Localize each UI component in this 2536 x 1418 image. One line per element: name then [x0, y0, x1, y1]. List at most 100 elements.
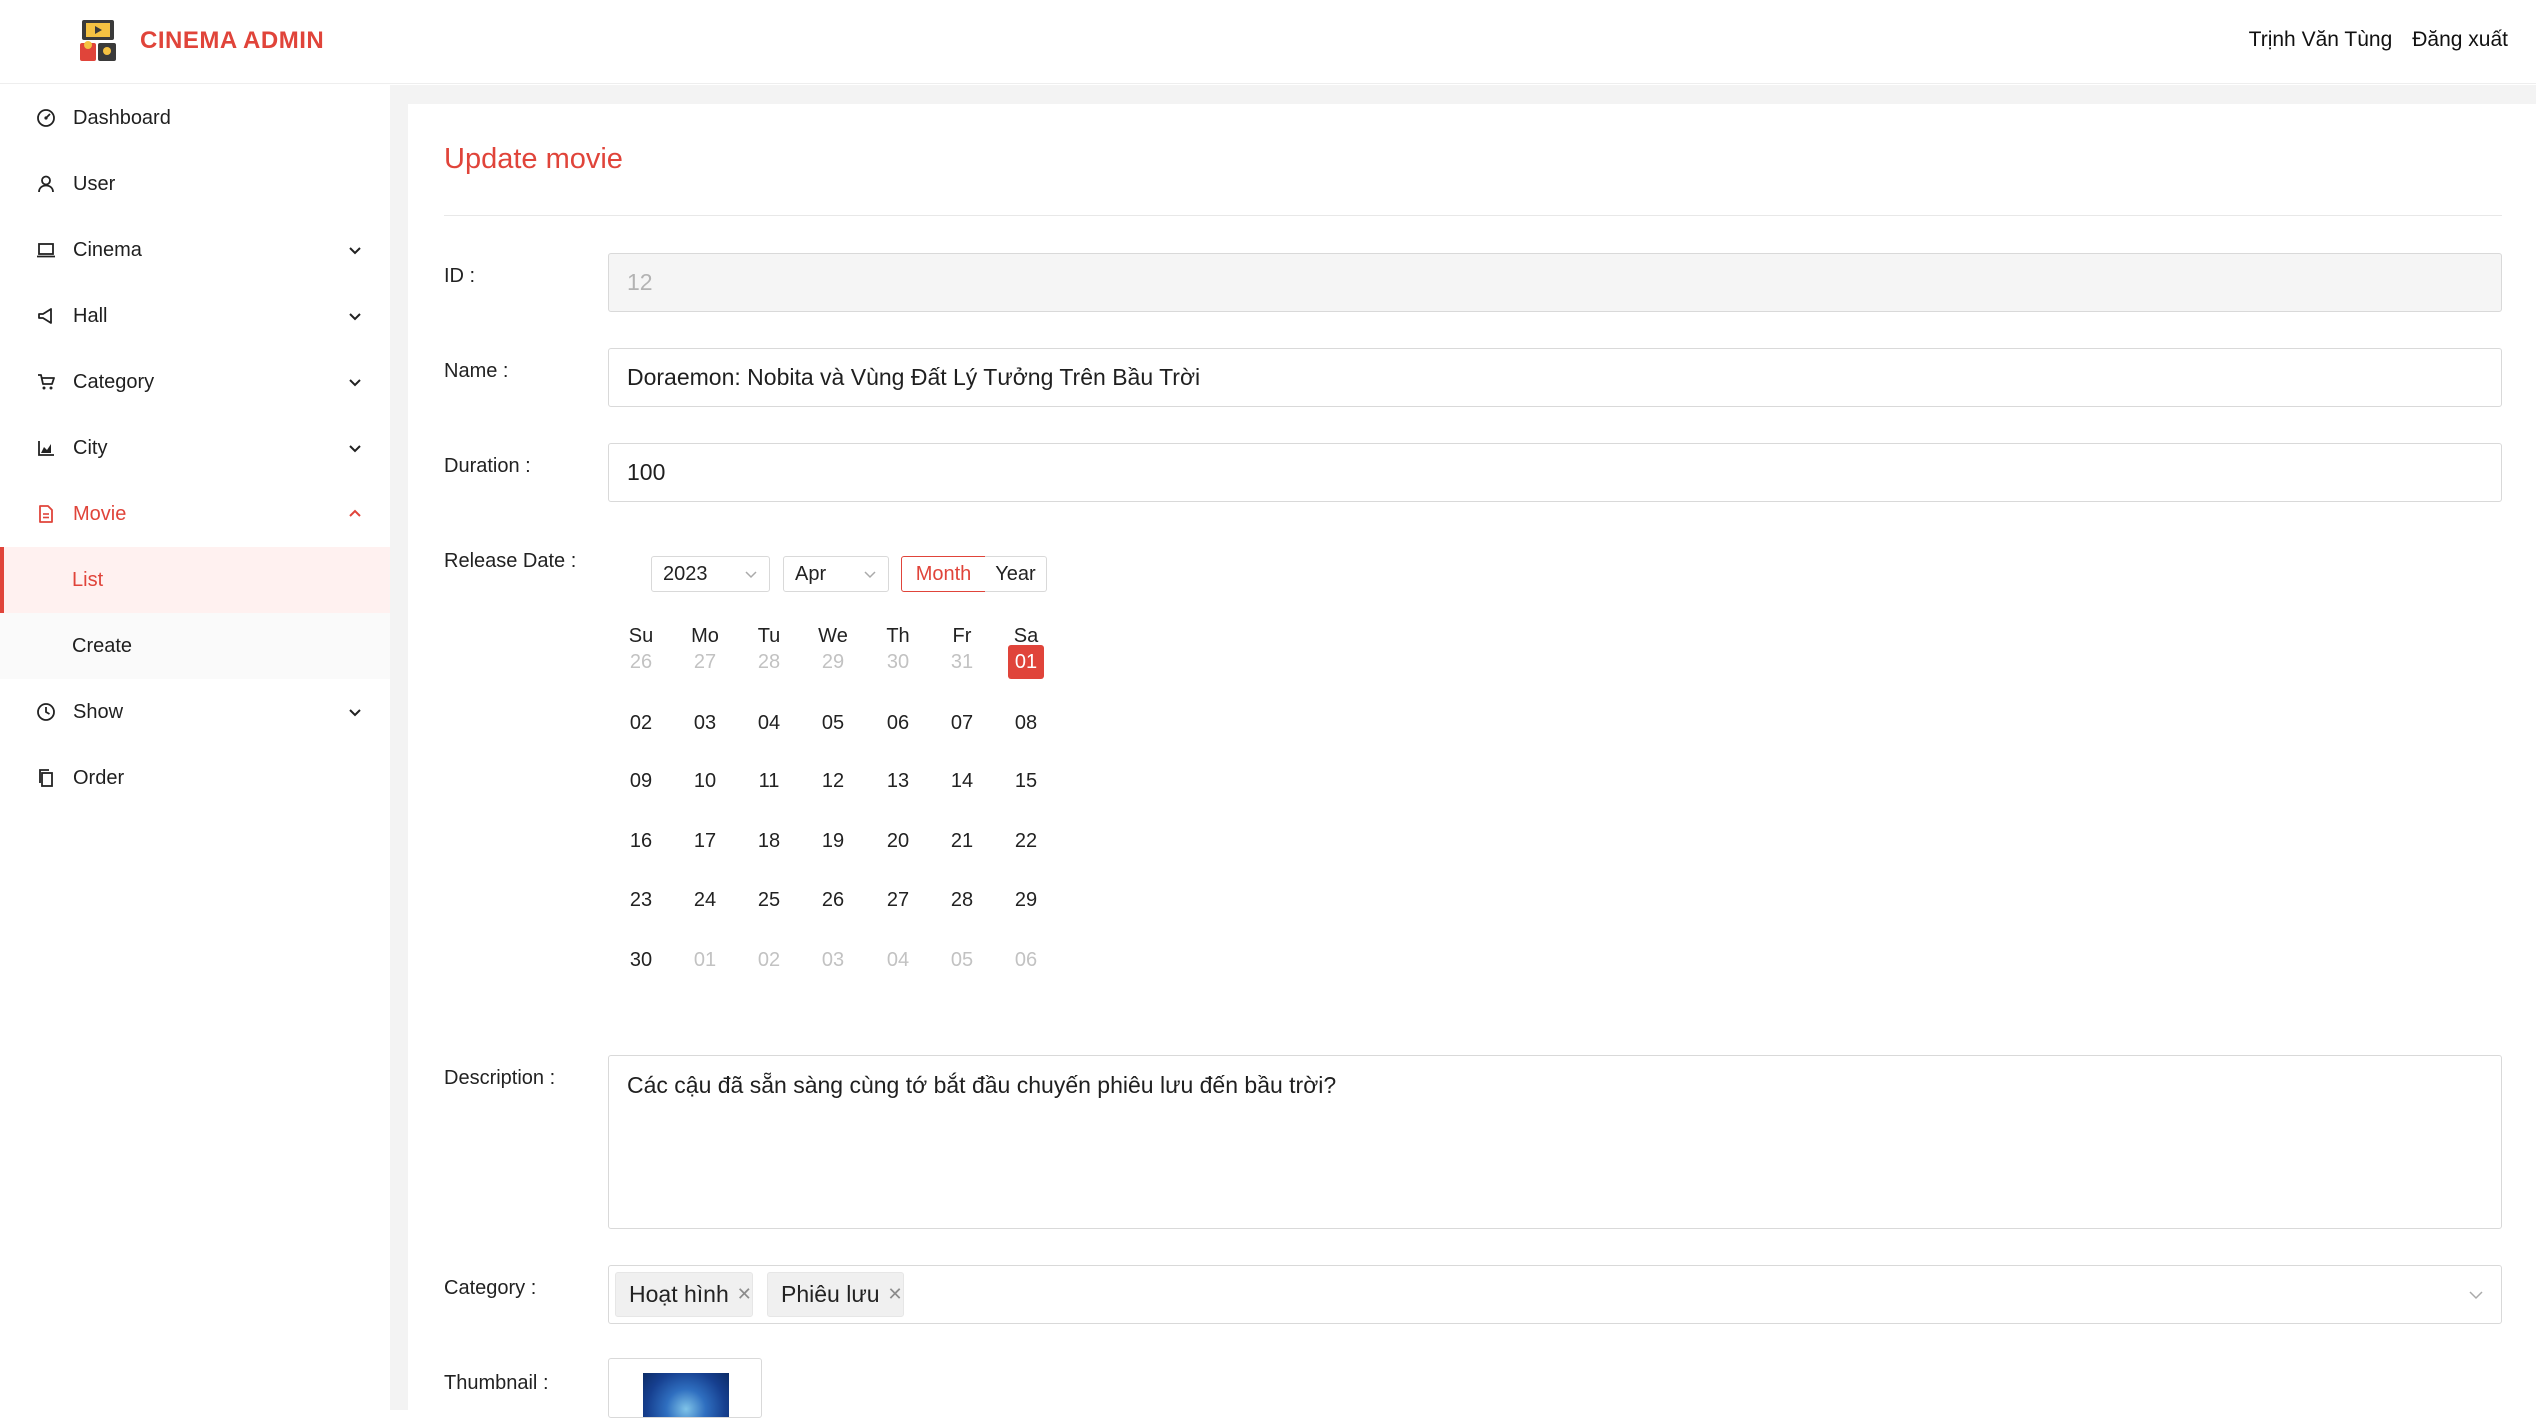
- calendar-day-selected[interactable]: 01: [1008, 645, 1044, 679]
- sidebar: Dashboard User Cinema Hall Category City: [0, 85, 390, 1410]
- calendar-day[interactable]: 09: [623, 764, 659, 798]
- close-icon[interactable]: ✕: [888, 1284, 903, 1305]
- sidebar-item-dashboard[interactable]: Dashboard: [0, 85, 390, 151]
- close-icon[interactable]: ✕: [737, 1284, 752, 1305]
- mode-month-button[interactable]: Month: [901, 556, 986, 592]
- calendar-day[interactable]: 29: [1008, 883, 1044, 917]
- year-select[interactable]: 2023: [651, 556, 770, 592]
- calendar-day[interactable]: 20: [880, 824, 916, 858]
- calendar-day[interactable]: 27: [880, 883, 916, 917]
- sidebar-item-movie[interactable]: Movie: [0, 481, 390, 547]
- id-field: 12: [608, 253, 2502, 312]
- release-date-label: Release Date :: [444, 550, 577, 572]
- dashboard-icon: [35, 107, 57, 129]
- megaphone-icon: [35, 305, 57, 327]
- calendar-day[interactable]: 03: [687, 706, 723, 740]
- user-name[interactable]: Trịnh Văn Tùng: [2249, 28, 2393, 52]
- file-icon: [35, 503, 57, 525]
- sidebar-item-label: Cinema: [73, 238, 142, 261]
- calendar-day[interactable]: 01: [687, 943, 723, 977]
- calendar-day[interactable]: 30: [623, 943, 659, 977]
- name-label: Name :: [444, 360, 509, 382]
- calendar-day[interactable]: 06: [880, 706, 916, 740]
- calendar-day[interactable]: 28: [751, 645, 787, 679]
- category-select[interactable]: Hoạt hình ✕ Phiêu lưu ✕: [608, 1265, 2502, 1324]
- calendar-day[interactable]: 02: [751, 943, 787, 977]
- calendar-day[interactable]: 05: [944, 943, 980, 977]
- cinema-logo-icon: [80, 20, 116, 61]
- mode-year-button[interactable]: Year: [985, 556, 1047, 592]
- name-field[interactable]: Doraemon: Nobita và Vùng Đất Lý Tưởng Tr…: [608, 348, 2502, 407]
- thumbnail-label: Thumbnail :: [444, 1372, 549, 1394]
- calendar-day[interactable]: 22: [1008, 824, 1044, 858]
- sidebar-item-city[interactable]: City: [0, 415, 390, 481]
- chevron-down-icon: [2469, 1291, 2483, 1300]
- calendar-day[interactable]: 08: [1008, 706, 1044, 740]
- calendar-day[interactable]: 06: [1008, 943, 1044, 977]
- tag-label: Hoạt hình: [629, 1281, 729, 1307]
- sidebar-item-cinema[interactable]: Cinema: [0, 217, 390, 283]
- sidebar-item-user[interactable]: User: [0, 151, 390, 217]
- top-header: CINEMA ADMIN Trịnh Văn Tùng Đăng xuất: [0, 0, 2536, 84]
- calendar-day[interactable]: 15: [1008, 764, 1044, 798]
- calendar-day[interactable]: 07: [944, 706, 980, 740]
- calendar-day[interactable]: 31: [944, 645, 980, 679]
- calendar-day[interactable]: 29: [815, 645, 851, 679]
- calendar-day[interactable]: 02: [623, 706, 659, 740]
- calendar-day[interactable]: 11: [751, 764, 787, 798]
- sidebar-item-label: User: [73, 172, 116, 195]
- sidebar-subitem-create[interactable]: Create: [0, 613, 390, 679]
- calendar-day[interactable]: 05: [815, 706, 851, 740]
- month-select[interactable]: Apr: [783, 556, 889, 592]
- sidebar-item-label: Dashboard: [73, 106, 171, 129]
- app-name: CINEMA ADMIN: [140, 27, 325, 54]
- calendar-day[interactable]: 27: [687, 645, 723, 679]
- movie-submenu: List Create: [0, 547, 390, 679]
- sidebar-item-hall[interactable]: Hall: [0, 283, 390, 349]
- brand[interactable]: CINEMA ADMIN: [78, 18, 324, 64]
- chevron-down-icon: [349, 379, 361, 387]
- calendar-day[interactable]: 14: [944, 764, 980, 798]
- calendar-day[interactable]: 28: [944, 883, 980, 917]
- sidebar-item-category[interactable]: Category: [0, 349, 390, 415]
- chevron-down-icon: [349, 445, 361, 453]
- calendar-day[interactable]: 19: [815, 824, 851, 858]
- divider: [444, 215, 2502, 216]
- calendar-day[interactable]: 21: [944, 824, 980, 858]
- chevron-down-icon: [349, 313, 361, 321]
- calendar-day[interactable]: 04: [751, 706, 787, 740]
- sidebar-item-label: Category: [73, 370, 155, 393]
- laptop-icon: [35, 239, 57, 261]
- calendar-day[interactable]: 10: [687, 764, 723, 798]
- calendar-day[interactable]: 23: [623, 883, 659, 917]
- calendar-day[interactable]: 04: [880, 943, 916, 977]
- calendar-day[interactable]: 26: [623, 645, 659, 679]
- chevron-up-icon: [349, 509, 361, 517]
- calendar-day[interactable]: 16: [623, 824, 659, 858]
- calendar-day[interactable]: 12: [815, 764, 851, 798]
- sidebar-item-label: City: [73, 436, 108, 459]
- calendar-day[interactable]: 17: [687, 824, 723, 858]
- calendar-day[interactable]: 30: [880, 645, 916, 679]
- clock-icon: [35, 701, 57, 723]
- calendar-day[interactable]: 25: [751, 883, 787, 917]
- sidebar-subitem-list[interactable]: List: [0, 547, 390, 613]
- thumbnail-upload[interactable]: [608, 1358, 762, 1418]
- category-label: Category :: [444, 1277, 537, 1299]
- sidebar-item-order[interactable]: Order: [0, 745, 390, 811]
- sidebar-item-label: Hall: [73, 304, 108, 327]
- calendar-day[interactable]: 18: [751, 824, 787, 858]
- copy-icon: [35, 767, 57, 789]
- duration-field[interactable]: 100: [608, 443, 2502, 502]
- calendar-day[interactable]: 26: [815, 883, 851, 917]
- calendar-day[interactable]: 03: [815, 943, 851, 977]
- chevron-down-icon: [864, 571, 876, 579]
- sidebar-item-label: Show: [73, 700, 124, 723]
- sidebar-item-show[interactable]: Show: [0, 679, 390, 745]
- sidebar-item-label: Movie: [73, 502, 127, 525]
- logout-link[interactable]: Đăng xuất: [2412, 28, 2508, 52]
- description-textarea[interactable]: Các cậu đã sẵn sàng cùng tớ bắt đầu chuy…: [608, 1055, 2502, 1229]
- calendar-day[interactable]: 24: [687, 883, 723, 917]
- calendar-day[interactable]: 13: [880, 764, 916, 798]
- category-tag: Phiêu lưu ✕: [767, 1272, 904, 1317]
